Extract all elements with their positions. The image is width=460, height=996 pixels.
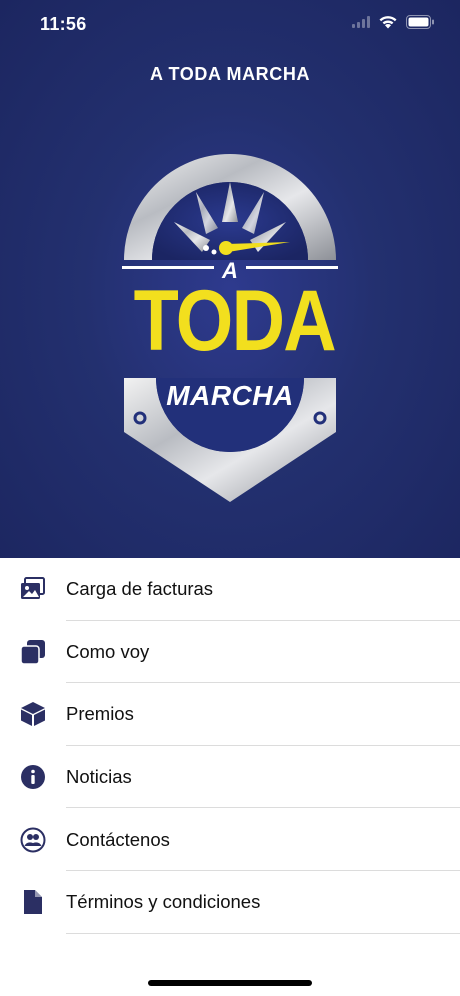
photos-icon [20,576,46,602]
logo-text-marcha: MARCHA [166,380,294,411]
menu-item-label: Términos y condiciones [66,891,261,913]
wifi-icon [379,16,397,29]
menu-item-label: Noticias [66,766,132,788]
users-icon [20,827,46,853]
battery-icon [406,15,434,29]
menu-item-contactenos[interactable]: Contáctenos [0,808,460,871]
main-menu: Carga de facturas Como voy Premios Notic… [0,558,460,934]
logo-text-toda: TODA [133,273,337,369]
menu-item-noticias[interactable]: Noticias [0,746,460,809]
document-icon [20,889,46,915]
info-icon [20,764,46,790]
layers-icon [20,639,46,665]
divider [66,932,460,934]
menu-item-label: Carga de facturas [66,578,214,600]
menu-item-label: Contáctenos [66,828,170,850]
hero-banner: 11:56 A TODA MARCHA A TODA MARCHA [0,0,460,558]
menu-item-label: Premios [66,703,134,725]
menu-item-premios[interactable]: Premios [0,683,460,746]
box-icon [20,701,46,727]
brand-logo: A TODA MARCHA [118,152,342,504]
menu-item-terminos[interactable]: Términos y condiciones [0,871,460,934]
home-indicator[interactable] [148,980,312,986]
menu-item-carga-facturas[interactable]: Carga de facturas [0,558,460,621]
status-icons [352,15,434,29]
page-title: A TODA MARCHA [149,64,311,84]
status-time: 11:56 [40,14,87,34]
menu-item-label: Como voy [66,640,150,662]
signal-icon [352,16,370,28]
menu-item-como-voy[interactable]: Como voy [0,621,460,684]
status-bar: 11:56 [0,0,460,50]
